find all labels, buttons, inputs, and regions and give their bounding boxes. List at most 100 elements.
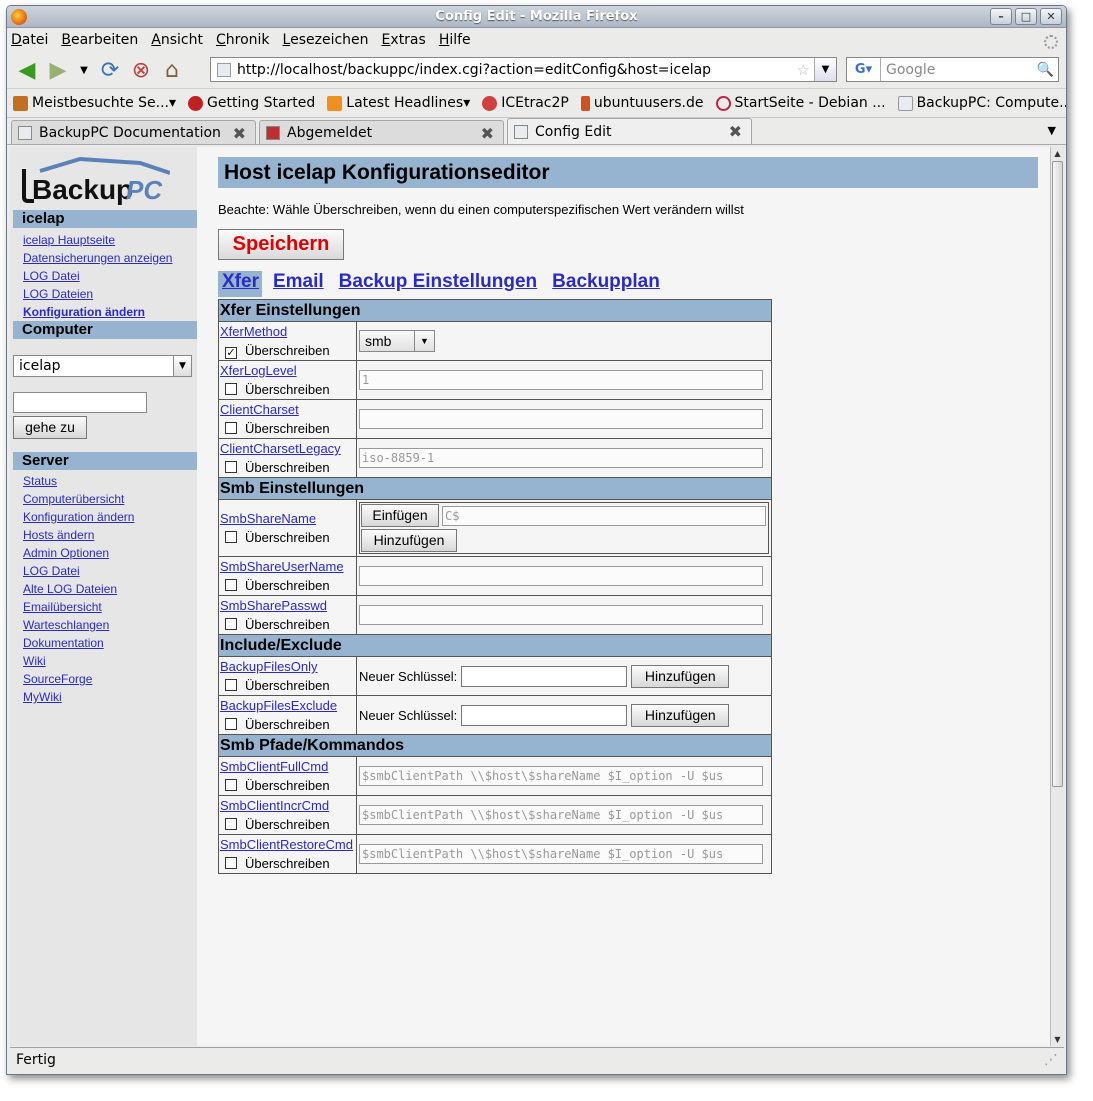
tab-list-dropdown-icon[interactable]: ▼ — [1048, 124, 1056, 137]
home-icon[interactable]: ⌂ — [158, 56, 186, 84]
override-checkbox-clientcharset[interactable] — [225, 422, 237, 434]
override-checkbox-xfermethod[interactable]: ✓ — [225, 347, 237, 359]
smbclientincrcmd-input[interactable]: $smbClientPath \\$host\$shareName $I_opt… — [359, 805, 763, 825]
link-computeruebersicht[interactable]: Computerübersicht — [23, 492, 124, 506]
link-status[interactable]: Status — [23, 474, 57, 488]
search-icon[interactable]: 🔍 — [1037, 62, 1054, 78]
bookmark-star-icon[interactable]: ☆ — [797, 61, 810, 79]
subtab-xfer[interactable]: Xfer — [218, 271, 262, 297]
link-mywiki[interactable]: MyWiki — [23, 690, 62, 704]
link-konfiguration-aendern-host[interactable]: Konfiguration ändern — [23, 305, 145, 319]
field-link-clientcharset[interactable]: ClientCharset — [220, 402, 299, 417]
menu-bearbeiten[interactable]: Bearbeiten — [61, 32, 138, 48]
menu-lesezeichen[interactable]: Lesezeichen — [283, 32, 369, 48]
link-emailuebersicht[interactable]: Emailübersicht — [23, 600, 102, 614]
xferloglevel-input[interactable]: 1 — [359, 370, 763, 390]
field-link-xfermethod[interactable]: XferMethod — [220, 324, 287, 339]
override-checkbox-smbsharepasswd[interactable] — [225, 618, 237, 630]
menu-extras[interactable]: Extras — [382, 32, 426, 48]
subtab-backup-einstellungen[interactable]: Backup Einstellungen — [337, 271, 541, 297]
reload-icon[interactable]: ⟳ — [96, 56, 124, 84]
forward-arrow-icon[interactable]: ▶ — [44, 56, 72, 84]
backupfilesexclude-key-input[interactable] — [461, 704, 628, 726]
menu-ansicht[interactable]: Ansicht — [151, 32, 203, 48]
backupfilesonly-add-button[interactable]: Hinzufügen — [631, 664, 730, 688]
bookmark-debian[interactable]: StartSeite - Debian ... — [715, 95, 886, 111]
url-bar[interactable]: http://localhost/backuppc/index.cgi?acti… — [210, 57, 837, 82]
link-host-hauptseite[interactable]: icelap Hauptseite — [23, 233, 115, 247]
resize-grip-icon[interactable]: ⋰ — [1044, 1052, 1058, 1069]
link-hosts-aendern[interactable]: Hosts ändern — [23, 528, 94, 542]
host-input[interactable] — [13, 392, 147, 413]
smbsharename-input[interactable]: C$ — [442, 505, 766, 526]
override-checkbox-backupfilesonly[interactable] — [225, 679, 237, 691]
link-log-dateien[interactable]: LOG Dateien — [23, 287, 93, 301]
clientcharsetlegacy-input[interactable]: iso-8859-1 — [359, 448, 763, 468]
insert-button[interactable]: Einfügen — [361, 504, 439, 527]
field-link-backupfilesexclude[interactable]: BackupFilesExclude — [220, 698, 337, 713]
link-datensicherungen[interactable]: Datensicherungen anzeigen — [23, 251, 172, 265]
tab-backuppc-documentation[interactable]: BackupPC Documentation ✖ — [11, 120, 256, 144]
save-button[interactable]: Speichern — [218, 229, 344, 260]
search-engine-google-icon[interactable]: G ▾ — [847, 58, 881, 81]
link-konfiguration-aendern[interactable]: Konfiguration ändern — [23, 510, 134, 524]
link-alte-log-dateien[interactable]: Alte LOG Dateien — [23, 582, 117, 596]
close-window-button[interactable]: ✕ — [1040, 8, 1062, 25]
smbsharepasswd-input[interactable] — [359, 605, 763, 625]
close-tab-icon[interactable]: ✖ — [233, 124, 246, 143]
bookmark-getting-started[interactable]: Getting Started — [188, 95, 315, 111]
host-select[interactable]: icelap ▼ — [13, 355, 192, 377]
override-checkbox-clientcharsetlegacy[interactable] — [225, 461, 237, 473]
vertical-scrollbar[interactable]: ▲ ▼ — [1050, 147, 1064, 1046]
field-link-smbclientincrcmd[interactable]: SmbClientIncrCmd — [220, 798, 329, 813]
add-share-button[interactable]: Hinzufügen — [361, 529, 457, 552]
history-dropdown-icon[interactable]: ▼ — [75, 56, 93, 84]
override-checkbox-smbshareusername[interactable] — [225, 579, 237, 591]
smbshareusername-input[interactable] — [359, 566, 763, 586]
field-link-smbclientfullcmd[interactable]: SmbClientFullCmd — [220, 759, 328, 774]
menu-hilfe[interactable]: Hilfe — [439, 32, 471, 48]
clientcharset-input[interactable] — [359, 409, 763, 429]
link-warteschlangen[interactable]: Warteschlangen — [23, 618, 109, 632]
menu-chronik[interactable]: Chronik — [216, 32, 270, 48]
xfermethod-select[interactable]: smb ▼ — [359, 330, 435, 352]
field-link-smbsharepasswd[interactable]: SmbSharePasswd — [220, 598, 327, 613]
backupfilesexclude-add-button[interactable]: Hinzufügen — [631, 703, 730, 727]
search-bar[interactable]: G ▾ Google 🔍 — [846, 57, 1059, 82]
override-checkbox-smbclientincrcmd[interactable] — [225, 818, 237, 830]
field-link-xferloglevel[interactable]: XferLogLevel — [220, 363, 297, 378]
menu-datei[interactable]: Datei — [11, 32, 48, 48]
close-tab-icon[interactable]: ✖ — [729, 122, 742, 141]
field-link-clientcharsetlegacy[interactable]: ClientCharsetLegacy — [220, 441, 341, 456]
back-arrow-icon[interactable]: ◀ — [13, 56, 41, 84]
bookmark-ubuntuusers[interactable]: ubuntuusers.de — [580, 95, 704, 111]
smbclientrestorecmd-input[interactable]: $smbClientPath \\$host\$shareName $I_opt… — [359, 844, 763, 864]
link-sourceforge[interactable]: SourceForge — [23, 672, 92, 686]
go-button[interactable]: gehe zu — [13, 416, 87, 439]
bookmark-latest-headlines[interactable]: Latest Headlines ▾ — [327, 95, 470, 111]
link-log-datei[interactable]: LOG Datei — [23, 269, 80, 283]
minimize-button[interactable]: – — [990, 8, 1012, 25]
tab-abgemeldet[interactable]: Abgemeldet ✖ — [259, 120, 504, 144]
maximize-button[interactable]: □ — [1015, 8, 1037, 25]
field-link-backupfilesonly[interactable]: BackupFilesOnly — [220, 659, 318, 674]
override-checkbox-xferloglevel[interactable] — [225, 383, 237, 395]
stop-icon[interactable]: ⊗ — [127, 56, 155, 84]
link-admin-optionen[interactable]: Admin Optionen — [23, 546, 109, 560]
field-link-smbclientrestorecmd[interactable]: SmbClientRestoreCmd — [220, 837, 353, 852]
override-checkbox-smbclientfullcmd[interactable] — [225, 779, 237, 791]
bookmark-meistbesuchte[interactable]: Meistbesuchte Se... ▾ — [13, 95, 176, 111]
link-server-log-datei[interactable]: LOG Datei — [23, 564, 80, 578]
subtab-email[interactable]: Email — [271, 271, 328, 297]
field-link-smbshareusername[interactable]: SmbShareUserName — [220, 559, 344, 574]
tab-config-edit[interactable]: Config Edit ✖ — [507, 118, 752, 144]
bookmark-icetrac[interactable]: ICEtrac2P — [482, 95, 569, 111]
backupfilesonly-key-input[interactable] — [461, 665, 628, 687]
override-checkbox-smbclientrestorecmd[interactable] — [225, 857, 237, 869]
override-checkbox-backupfilesexclude[interactable] — [225, 718, 237, 730]
smbclientfullcmd-input[interactable]: $smbClientPath \\$host\$shareName $I_opt… — [359, 766, 763, 786]
link-wiki[interactable]: Wiki — [23, 654, 46, 668]
bookmark-backuppc[interactable]: BackupPC: Compute... — [897, 95, 1066, 111]
close-tab-icon[interactable]: ✖ — [481, 124, 494, 143]
override-checkbox-smbsharename[interactable] — [225, 531, 237, 543]
